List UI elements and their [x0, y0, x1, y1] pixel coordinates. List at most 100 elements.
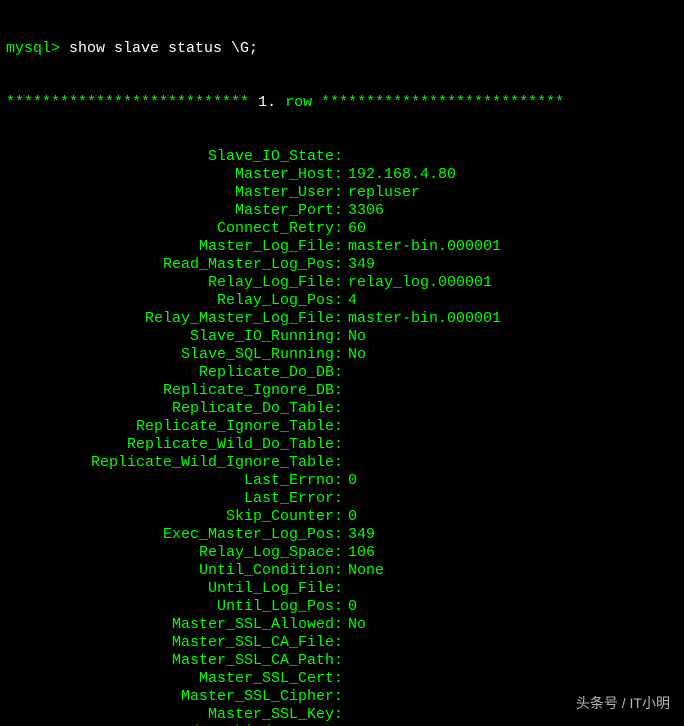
field-row: Master_SSL_Allowed:No [6, 616, 678, 634]
row-label: row [285, 94, 312, 112]
separator-right: *************************** [321, 94, 564, 112]
field-key: Replicate_Wild_Do_Table [6, 436, 334, 454]
colon: : [334, 652, 344, 670]
field-value [344, 670, 348, 688]
command-text: show slave status \G; [69, 40, 258, 58]
field-value: 106 [344, 544, 375, 562]
field-value: relay_log.000001 [344, 274, 492, 292]
field-value: repluser [344, 184, 420, 202]
field-value [344, 364, 348, 382]
field-value [344, 454, 348, 472]
field-value: No [344, 346, 366, 364]
field-row: Slave_IO_Running:No [6, 328, 678, 346]
colon: : [334, 346, 344, 364]
field-key: Last_Errno [6, 472, 334, 490]
field-key: Slave_SQL_Running [6, 346, 334, 364]
field-key: Slave_IO_State [6, 148, 334, 166]
colon: : [334, 562, 344, 580]
colon: : [334, 706, 344, 724]
field-row: Master_User:repluser [6, 184, 678, 202]
field-key: Connect_Retry [6, 220, 334, 238]
colon: : [334, 166, 344, 184]
colon: : [334, 490, 344, 508]
field-value: 3306 [344, 202, 384, 220]
colon: : [334, 310, 344, 328]
field-value [344, 688, 348, 706]
field-value: None [344, 562, 384, 580]
field-row: Master_SSL_CA_File: [6, 634, 678, 652]
field-row: Exec_Master_Log_Pos:349 [6, 526, 678, 544]
field-value [344, 400, 348, 418]
field-row: Replicate_Ignore_DB: [6, 382, 678, 400]
field-value: No [344, 616, 366, 634]
field-row: Master_Host:192.168.4.80 [6, 166, 678, 184]
field-value: 349 [344, 256, 375, 274]
field-key: Read_Master_Log_Pos [6, 256, 334, 274]
field-value [344, 652, 348, 670]
field-row: Relay_Log_File:relay_log.000001 [6, 274, 678, 292]
colon: : [334, 472, 344, 490]
field-value: 192.168.4.80 [344, 166, 456, 184]
colon: : [334, 670, 344, 688]
field-value [344, 580, 348, 598]
colon: : [334, 544, 344, 562]
colon: : [334, 238, 344, 256]
field-key: Master_SSL_Key [6, 706, 334, 724]
field-value: 0 [344, 472, 357, 490]
field-key: Replicate_Ignore_Table [6, 418, 334, 436]
colon: : [334, 148, 344, 166]
terminal-output: mysql> show slave status \G; ***********… [0, 0, 684, 726]
colon: : [334, 256, 344, 274]
colon: : [334, 202, 344, 220]
row-number: 1. [258, 94, 276, 112]
field-key: Replicate_Ignore_DB [6, 382, 334, 400]
field-row: Slave_SQL_Running:No [6, 346, 678, 364]
field-row: Last_Error: [6, 490, 678, 508]
field-key: Master_User [6, 184, 334, 202]
field-row: Relay_Master_Log_File:master-bin.000001 [6, 310, 678, 328]
watermark: 头条号 / IT小明 [576, 694, 670, 712]
field-row: Last_Errno:0 [6, 472, 678, 490]
field-value: 0 [344, 598, 357, 616]
colon: : [334, 184, 344, 202]
colon: : [334, 598, 344, 616]
colon: : [334, 274, 344, 292]
colon: : [334, 364, 344, 382]
row-separator: *************************** 1. row *****… [6, 94, 678, 112]
prompt-line[interactable]: mysql> show slave status \G; [6, 40, 678, 58]
field-key: Last_Error [6, 490, 334, 508]
field-row: Master_SSL_CA_Path: [6, 652, 678, 670]
field-value: 60 [344, 220, 366, 238]
field-row: Until_Log_File: [6, 580, 678, 598]
colon: : [334, 418, 344, 436]
colon: : [334, 454, 344, 472]
field-value: 0 [344, 508, 357, 526]
field-row: Connect_Retry:60 [6, 220, 678, 238]
field-row: Master_Log_File:master-bin.000001 [6, 238, 678, 256]
field-key: Exec_Master_Log_Pos [6, 526, 334, 544]
field-value: 349 [344, 526, 375, 544]
colon: : [334, 508, 344, 526]
field-value: 4 [344, 292, 357, 310]
field-value [344, 706, 348, 724]
colon: : [334, 400, 344, 418]
field-value [344, 418, 348, 436]
field-value [344, 634, 348, 652]
field-row: Replicate_Ignore_Table: [6, 418, 678, 436]
colon: : [334, 526, 344, 544]
colon: : [334, 634, 344, 652]
colon: : [334, 616, 344, 634]
field-key: Until_Log_File [6, 580, 334, 598]
field-value: master-bin.000001 [344, 238, 501, 256]
colon: : [334, 688, 344, 706]
field-row: Replicate_Wild_Do_Table: [6, 436, 678, 454]
colon: : [334, 382, 344, 400]
field-value [344, 490, 348, 508]
field-key: Master_SSL_Cipher [6, 688, 334, 706]
field-key: Master_SSL_CA_Path [6, 652, 334, 670]
field-row: Replicate_Do_Table: [6, 400, 678, 418]
field-row: Relay_Log_Pos:4 [6, 292, 678, 310]
field-key: Replicate_Do_DB [6, 364, 334, 382]
colon: : [334, 580, 344, 598]
separator-left: *************************** [6, 94, 249, 112]
